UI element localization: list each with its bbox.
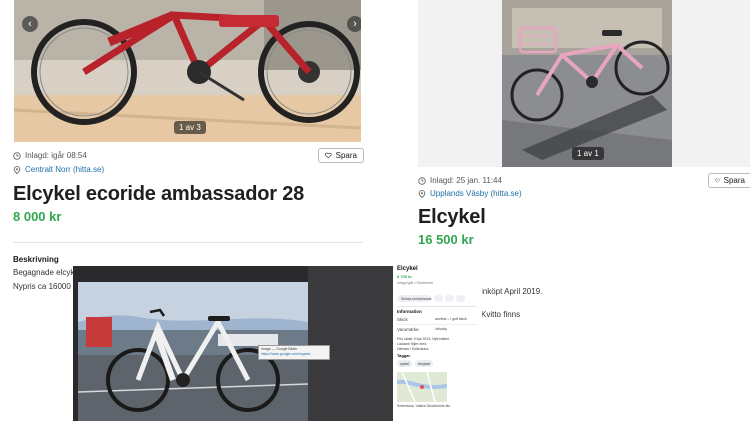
mini-body-line: Hämtas i Sollentuna. — [397, 347, 430, 351]
tooltip-line: https://www.google.com/imgres/... — [261, 352, 314, 356]
mini-info-value: Velocity — [435, 327, 448, 331]
mini-send-label: Skicka meddelande — [401, 296, 432, 301]
heart-icon — [325, 152, 332, 159]
mini-tag[interactable]: cykel — [397, 360, 413, 367]
image-counter: 1 av 3 — [174, 121, 206, 134]
mini-meta: Inlagd igår • Stockholm — [397, 281, 433, 285]
map-pin-icon — [418, 189, 426, 198]
clock-icon — [418, 176, 426, 185]
location-link[interactable]: Centralt Norr (hitta.se) — [13, 165, 104, 174]
tooltip-line: Image — Google Bilder — [261, 347, 298, 351]
description-line: Nypris ca 16000 — [13, 282, 71, 291]
posted-time: Inlagd: igår 08:54 — [13, 151, 87, 160]
mini-location: Sollentuna, Västra Stockholms län — [397, 404, 451, 408]
save-button[interactable]: Spara — [318, 148, 364, 163]
posted-time-text: Inlagd: igår 08:54 — [25, 151, 87, 160]
location-text[interactable]: Centralt Norr (hitta.se) — [25, 165, 104, 174]
mini-body-line: Pris sänkt. Köpt 2019. Nytt batteri. — [397, 337, 451, 341]
mini-title: Elcykel — [397, 266, 418, 272]
image-tooltip: Image — Google Bilder https://www.google… — [258, 345, 330, 360]
mini-action-button[interactable] — [445, 295, 454, 302]
description-line: Begagnade elcyk — [13, 268, 75, 277]
listing-title: Elcykel — [418, 206, 486, 228]
mini-action-button[interactable] — [456, 295, 465, 302]
posted-time: Inlagd: 25 jan. 11:44 — [418, 176, 502, 185]
listing-title: Elcykel ecoride ambassador 28 — [13, 183, 305, 205]
next-image-button[interactable]: › — [347, 16, 361, 32]
overlay-blurred-edge — [308, 266, 393, 421]
mini-tag[interactable]: elcykel — [415, 360, 434, 367]
map-pin-icon — [13, 165, 21, 174]
mini-info-heading: Information — [397, 309, 422, 314]
photo-viewer-overlay: Image — Google Bilder https://www.google… — [73, 266, 393, 421]
listing-price: 16 500 kr — [418, 232, 474, 247]
heart-icon — [715, 178, 720, 183]
mini-info-label: Skick — [397, 317, 408, 322]
mini-divider — [397, 306, 477, 307]
description-fragment: Kvitto finns — [481, 310, 521, 319]
mini-action-button[interactable] — [434, 295, 443, 302]
location-link[interactable]: Upplands Väsby (hitta.se) — [418, 189, 522, 198]
listing-photo-right[interactable]: 1 av 1 — [502, 0, 672, 167]
save-label: Spara — [723, 176, 745, 185]
mini-divider — [397, 324, 477, 325]
mini-send-message-button[interactable]: Skicka meddelande — [397, 295, 432, 302]
listing-photo-left[interactable]: ‹ › 1 av 3 — [14, 0, 361, 142]
image-counter: 1 av 1 — [572, 147, 604, 160]
description-heading: Beskrivning — [13, 255, 59, 264]
clock-icon — [13, 151, 21, 160]
divider — [13, 242, 363, 243]
save-button[interactable]: Spara — [708, 173, 750, 188]
mini-info-value: använd – i gott skick — [435, 317, 467, 321]
mini-tags-heading: Taggar — [397, 353, 411, 358]
posted-time-text: Inlagd: 25 jan. 11:44 — [430, 176, 502, 185]
prev-image-button[interactable]: ‹ — [22, 16, 38, 32]
mini-map[interactable] — [397, 372, 447, 402]
pink-bike-image — [502, 0, 672, 167]
save-label: Spara — [335, 151, 357, 160]
mini-price: 8 700 kr — [397, 274, 412, 279]
description-fragment: inköpt April 2019. — [481, 287, 543, 296]
mini-body-line: Laddare följer med. — [397, 342, 428, 346]
location-text[interactable]: Upplands Väsby (hitta.se) — [430, 189, 522, 198]
listing-price: 8 000 kr — [13, 209, 62, 224]
mini-info-label: Varumärke — [397, 327, 419, 332]
mini-ad-screenshot: Elcykel 8 700 kr Inlagd igår • Stockholm… — [393, 264, 482, 421]
